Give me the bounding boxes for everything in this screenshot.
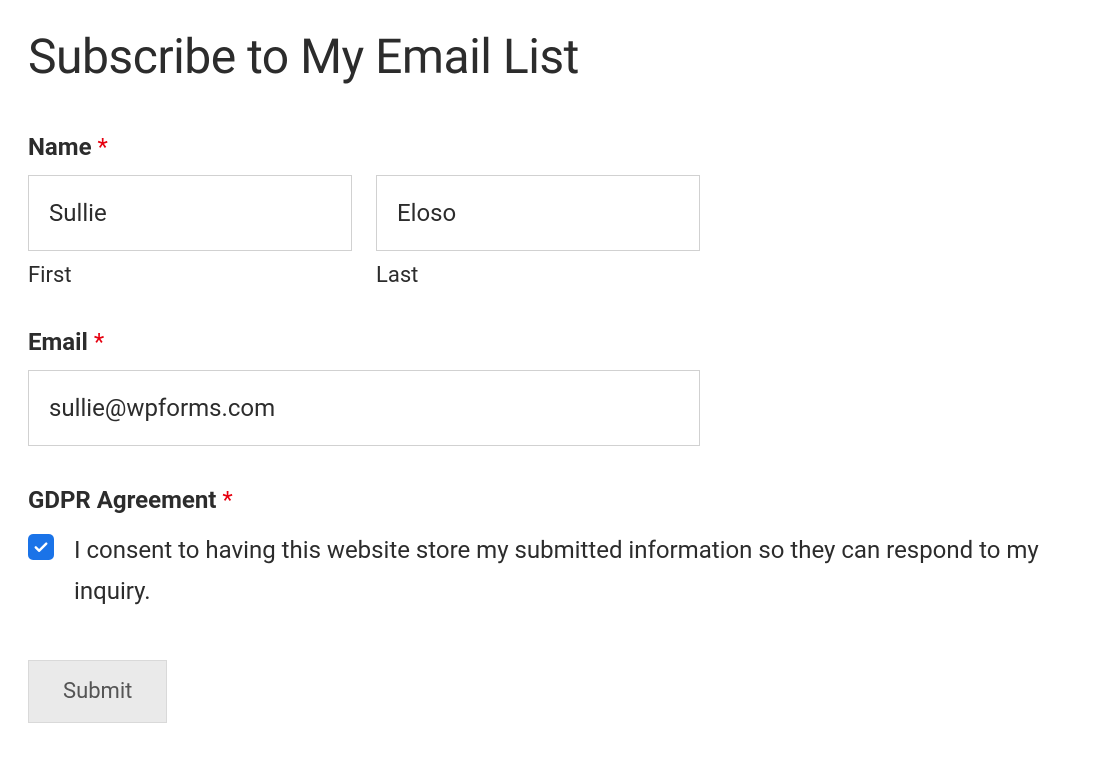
required-marker: * — [222, 486, 232, 514]
name-row: First Last — [28, 175, 1088, 288]
check-icon — [32, 538, 50, 556]
last-name-sublabel: Last — [376, 263, 700, 288]
last-name-column: Last — [376, 175, 700, 288]
gdpr-row: I consent to having this website store m… — [28, 530, 1088, 612]
name-label-text: Name — [28, 133, 92, 161]
email-label-text: Email — [28, 328, 88, 356]
name-label: Name * — [28, 133, 1088, 161]
name-field-group: Name * First Last — [28, 133, 1088, 288]
first-name-column: First — [28, 175, 352, 288]
first-name-input[interactable] — [28, 175, 352, 251]
gdpr-consent-text: I consent to having this website store m… — [74, 530, 1088, 612]
last-name-input[interactable] — [376, 175, 700, 251]
email-field-group: Email * — [28, 328, 1088, 446]
gdpr-label-text: GDPR Agreement — [28, 486, 216, 514]
gdpr-field-group: GDPR Agreement * I consent to having thi… — [28, 486, 1088, 612]
gdpr-label: GDPR Agreement * — [28, 486, 1088, 514]
gdpr-checkbox[interactable] — [28, 534, 54, 560]
page-title: Subscribe to My Email List — [28, 28, 1088, 85]
required-marker: * — [98, 133, 108, 161]
first-name-sublabel: First — [28, 263, 352, 288]
submit-button[interactable]: Submit — [28, 660, 167, 723]
email-label: Email * — [28, 328, 1088, 356]
email-input[interactable] — [28, 370, 700, 446]
required-marker: * — [94, 328, 104, 356]
